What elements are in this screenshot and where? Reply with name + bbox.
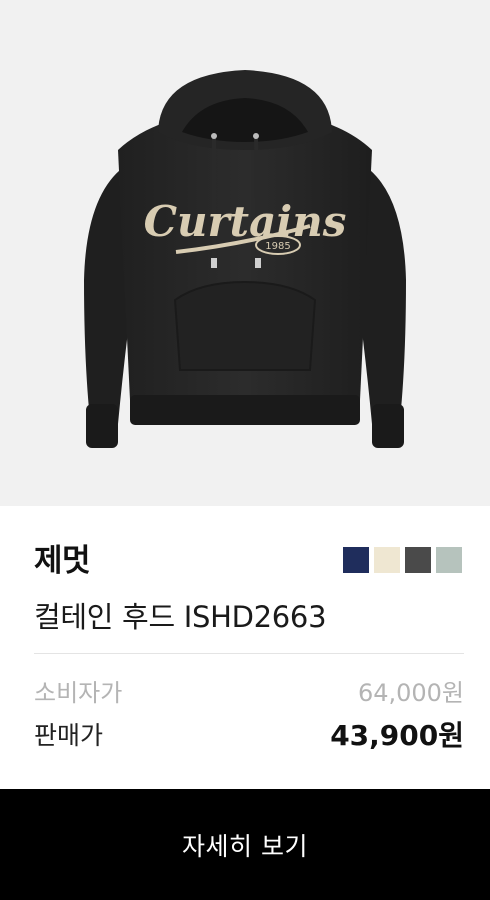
color-swatches [343, 547, 462, 573]
product-image[interactable]: Curtains 1985 [0, 0, 490, 506]
retail-price-label: 소비자가 [34, 679, 123, 707]
logo-text: Curtains [144, 197, 347, 246]
divider [34, 653, 464, 654]
swatch-cream[interactable] [374, 547, 400, 573]
swatch-sage[interactable] [436, 547, 462, 573]
retail-price-value: 64,000원 [357, 679, 464, 707]
sale-price-row: 판매가 43,900원 [34, 714, 464, 754]
product-name: 컬테인 후드 ISHD2663 [34, 600, 327, 634]
product-card: Curtains 1985 제멋 컬테인 후드 ISHD2663 소비자가 64… [0, 0, 490, 900]
retail-price-row: 소비자가 64,000원 [34, 673, 464, 708]
logo-year: 1985 [265, 241, 290, 252]
brand-name: 제멋 [34, 543, 91, 579]
view-details-button[interactable]: 자세히 보기 [0, 789, 490, 900]
hoodie-product-photo: Curtains 1985 [84, 70, 406, 448]
swatch-charcoal[interactable] [405, 547, 431, 573]
swatch-navy[interactable] [343, 547, 369, 573]
sale-price-value: 43,900원 [330, 719, 464, 752]
sale-price-label: 판매가 [34, 721, 104, 750]
